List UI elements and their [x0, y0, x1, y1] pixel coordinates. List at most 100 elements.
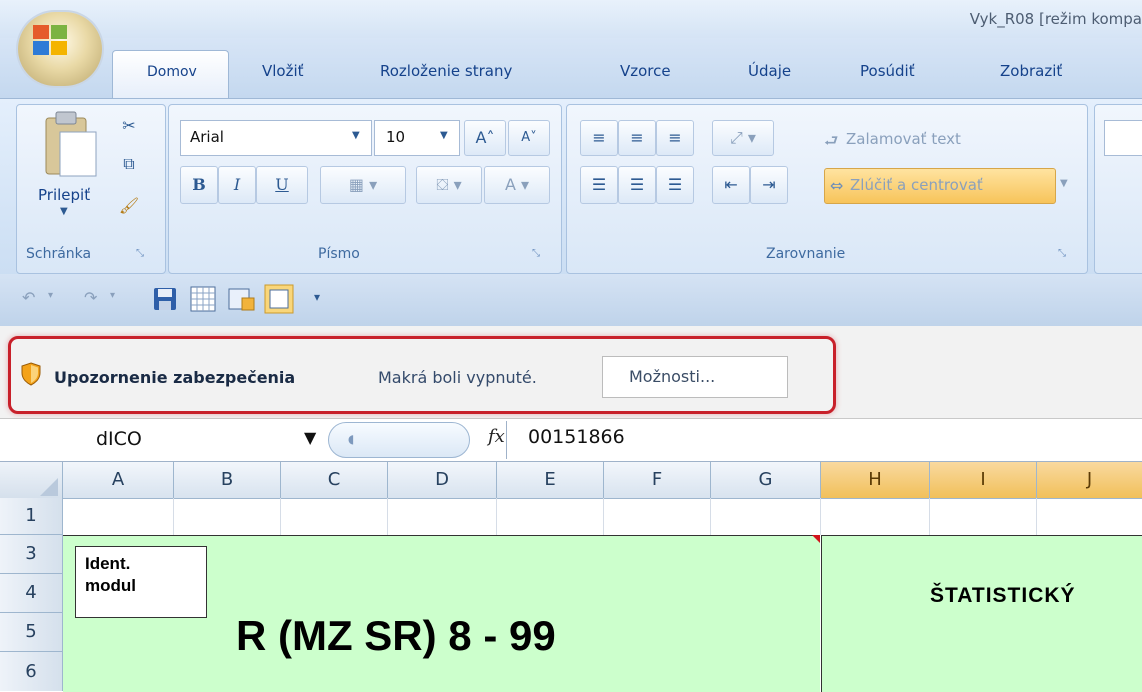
- tab-page-layout[interactable]: Rozloženie strany: [380, 62, 512, 80]
- column-header-f[interactable]: F: [604, 462, 711, 498]
- ident-module-label: Ident. modul: [85, 554, 136, 595]
- wrap-text-button[interactable]: Zalamovať text: [846, 130, 961, 148]
- gridline: [496, 498, 497, 535]
- column-header-d[interactable]: D: [388, 462, 497, 498]
- qat-dropdown-icon[interactable]: ▾: [314, 290, 320, 304]
- gridline: [929, 498, 930, 535]
- statistical-header-cell[interactable]: [821, 535, 1142, 692]
- name-box-dropdown-icon[interactable]: ▼: [304, 428, 316, 447]
- alignment-group-label: Zarovnanie: [766, 246, 846, 262]
- row-header-4[interactable]: 4: [0, 574, 62, 613]
- font-color-button[interactable]: A ▾: [484, 166, 550, 204]
- fill-color-icon[interactable]: ⛋ ▾: [416, 166, 482, 204]
- gridline: [603, 498, 604, 535]
- font-family-dropdown-icon[interactable]: ▼: [352, 130, 360, 141]
- alignment-dialog-launcher-icon[interactable]: ⤡: [1058, 248, 1070, 260]
- name-box[interactable]: [14, 425, 336, 457]
- form-code-title: R (MZ SR) 8 - 99: [236, 612, 556, 659]
- gridline: [820, 498, 821, 535]
- decrease-indent-icon[interactable]: ⇤: [712, 166, 750, 204]
- tab-view[interactable]: Zobraziť: [1000, 62, 1062, 80]
- row-header-3[interactable]: 3: [0, 535, 62, 574]
- align-bottom-icon[interactable]: ≡: [656, 120, 694, 156]
- tab-review[interactable]: Posúdiť: [860, 62, 915, 80]
- copy-icon[interactable]: ⧉: [116, 154, 142, 174]
- redo-icon[interactable]: ↷: [84, 288, 97, 307]
- column-header-j[interactable]: J: [1037, 462, 1142, 498]
- font-size-dropdown-icon[interactable]: ▼: [440, 130, 448, 141]
- grid-icon[interactable]: [190, 286, 216, 312]
- orientation-icon[interactable]: ⤢ ▾: [712, 120, 774, 156]
- row-header-1[interactable]: 1: [0, 498, 62, 535]
- bold-button[interactable]: B: [180, 166, 218, 204]
- gridline: [173, 498, 174, 535]
- dialog-launcher-icon[interactable]: ⤡: [136, 248, 148, 260]
- align-right-icon[interactable]: ☰: [656, 166, 694, 204]
- font-dialog-launcher-icon[interactable]: ⤡: [532, 248, 544, 260]
- number-format-combo[interactable]: [1104, 120, 1142, 156]
- align-center-icon[interactable]: ☰: [618, 166, 656, 204]
- options-button[interactable]: Možnosti...: [602, 356, 788, 398]
- gridline: [710, 498, 711, 535]
- column-header-c[interactable]: C: [281, 462, 388, 498]
- chart-icon[interactable]: [228, 286, 256, 312]
- merge-center-label: Zlúčiť a centrovať: [850, 176, 983, 194]
- column-header-h[interactable]: H: [821, 462, 930, 498]
- formula-input[interactable]: 00151866: [528, 426, 625, 448]
- border-icon[interactable]: ▦ ▾: [320, 166, 406, 204]
- gridline: [280, 498, 281, 535]
- undo-icon[interactable]: ↶: [22, 288, 35, 307]
- font-group-label: Písmo: [318, 246, 360, 262]
- grow-font-icon[interactable]: A˄: [464, 120, 506, 156]
- paste-button[interactable]: Prilepiť: [38, 186, 90, 204]
- comment-indicator-icon: [812, 535, 820, 543]
- row-header-6[interactable]: 6: [0, 652, 62, 691]
- security-warning-title: Upozornenie zabezpečenia: [54, 368, 296, 387]
- gridline: [1036, 498, 1037, 535]
- merge-dropdown-icon[interactable]: ▼: [1060, 178, 1068, 189]
- underline-button[interactable]: U: [256, 166, 308, 204]
- font-family-value: Arial: [190, 128, 224, 146]
- cut-icon[interactable]: ✂: [116, 116, 142, 135]
- statistical-header-text: ŠTATISTICKÝ: [930, 584, 1076, 607]
- security-warning-message: Makrá boli vypnuté.: [378, 368, 537, 387]
- column-header-g[interactable]: G: [711, 462, 821, 498]
- undo-dropdown-icon[interactable]: ▾: [48, 290, 53, 301]
- insert-function-icon[interactable]: fx: [488, 426, 505, 447]
- shrink-font-icon[interactable]: A˅: [508, 120, 550, 156]
- wrap-text-icon: ⮐: [824, 131, 839, 150]
- title-bar: Vyk_R08 [režim kompa: [0, 0, 1142, 38]
- font-color-icon: A: [504, 175, 516, 194]
- tab-formulas[interactable]: Vzorce: [620, 62, 671, 80]
- tab-data[interactable]: Údaje: [748, 62, 791, 80]
- paste-dropdown-icon[interactable]: ▼: [60, 206, 68, 217]
- merge-icon: ⇔: [830, 176, 844, 195]
- column-header-i[interactable]: I: [930, 462, 1037, 498]
- save-icon[interactable]: [152, 286, 178, 312]
- align-middle-icon[interactable]: ≡: [618, 120, 656, 156]
- window-title: Vyk_R08 [režim kompa: [969, 10, 1142, 28]
- column-header-b[interactable]: B: [174, 462, 281, 498]
- select-all-triangle-icon: [40, 478, 58, 496]
- column-header-a[interactable]: A: [63, 462, 174, 498]
- view-icon[interactable]: [264, 284, 294, 314]
- options-button-label: Možnosti...: [629, 367, 716, 386]
- tab-insert[interactable]: Vložiť: [262, 62, 304, 80]
- format-painter-icon[interactable]: 🖌: [116, 196, 142, 215]
- gridline: [387, 498, 388, 535]
- tab-home[interactable]: Domov: [112, 50, 229, 99]
- shield-icon: [21, 362, 41, 386]
- clipboard-group-label: Schránka: [26, 246, 92, 262]
- increase-indent-icon[interactable]: ⇥: [750, 166, 788, 204]
- paste-icon: [45, 111, 97, 177]
- office-logo-icon: [33, 25, 67, 55]
- name-box-value: dICO: [96, 428, 142, 450]
- column-header-e[interactable]: E: [497, 462, 604, 498]
- align-top-icon[interactable]: ≡: [580, 120, 618, 156]
- tab-home-label: Domov: [147, 64, 197, 80]
- italic-button[interactable]: I: [218, 166, 256, 204]
- row-header-5[interactable]: 5: [0, 613, 62, 652]
- formula-bar-grip-icon: ◖: [348, 432, 355, 446]
- align-left-icon[interactable]: ☰: [580, 166, 618, 204]
- redo-dropdown-icon[interactable]: ▾: [110, 290, 115, 301]
